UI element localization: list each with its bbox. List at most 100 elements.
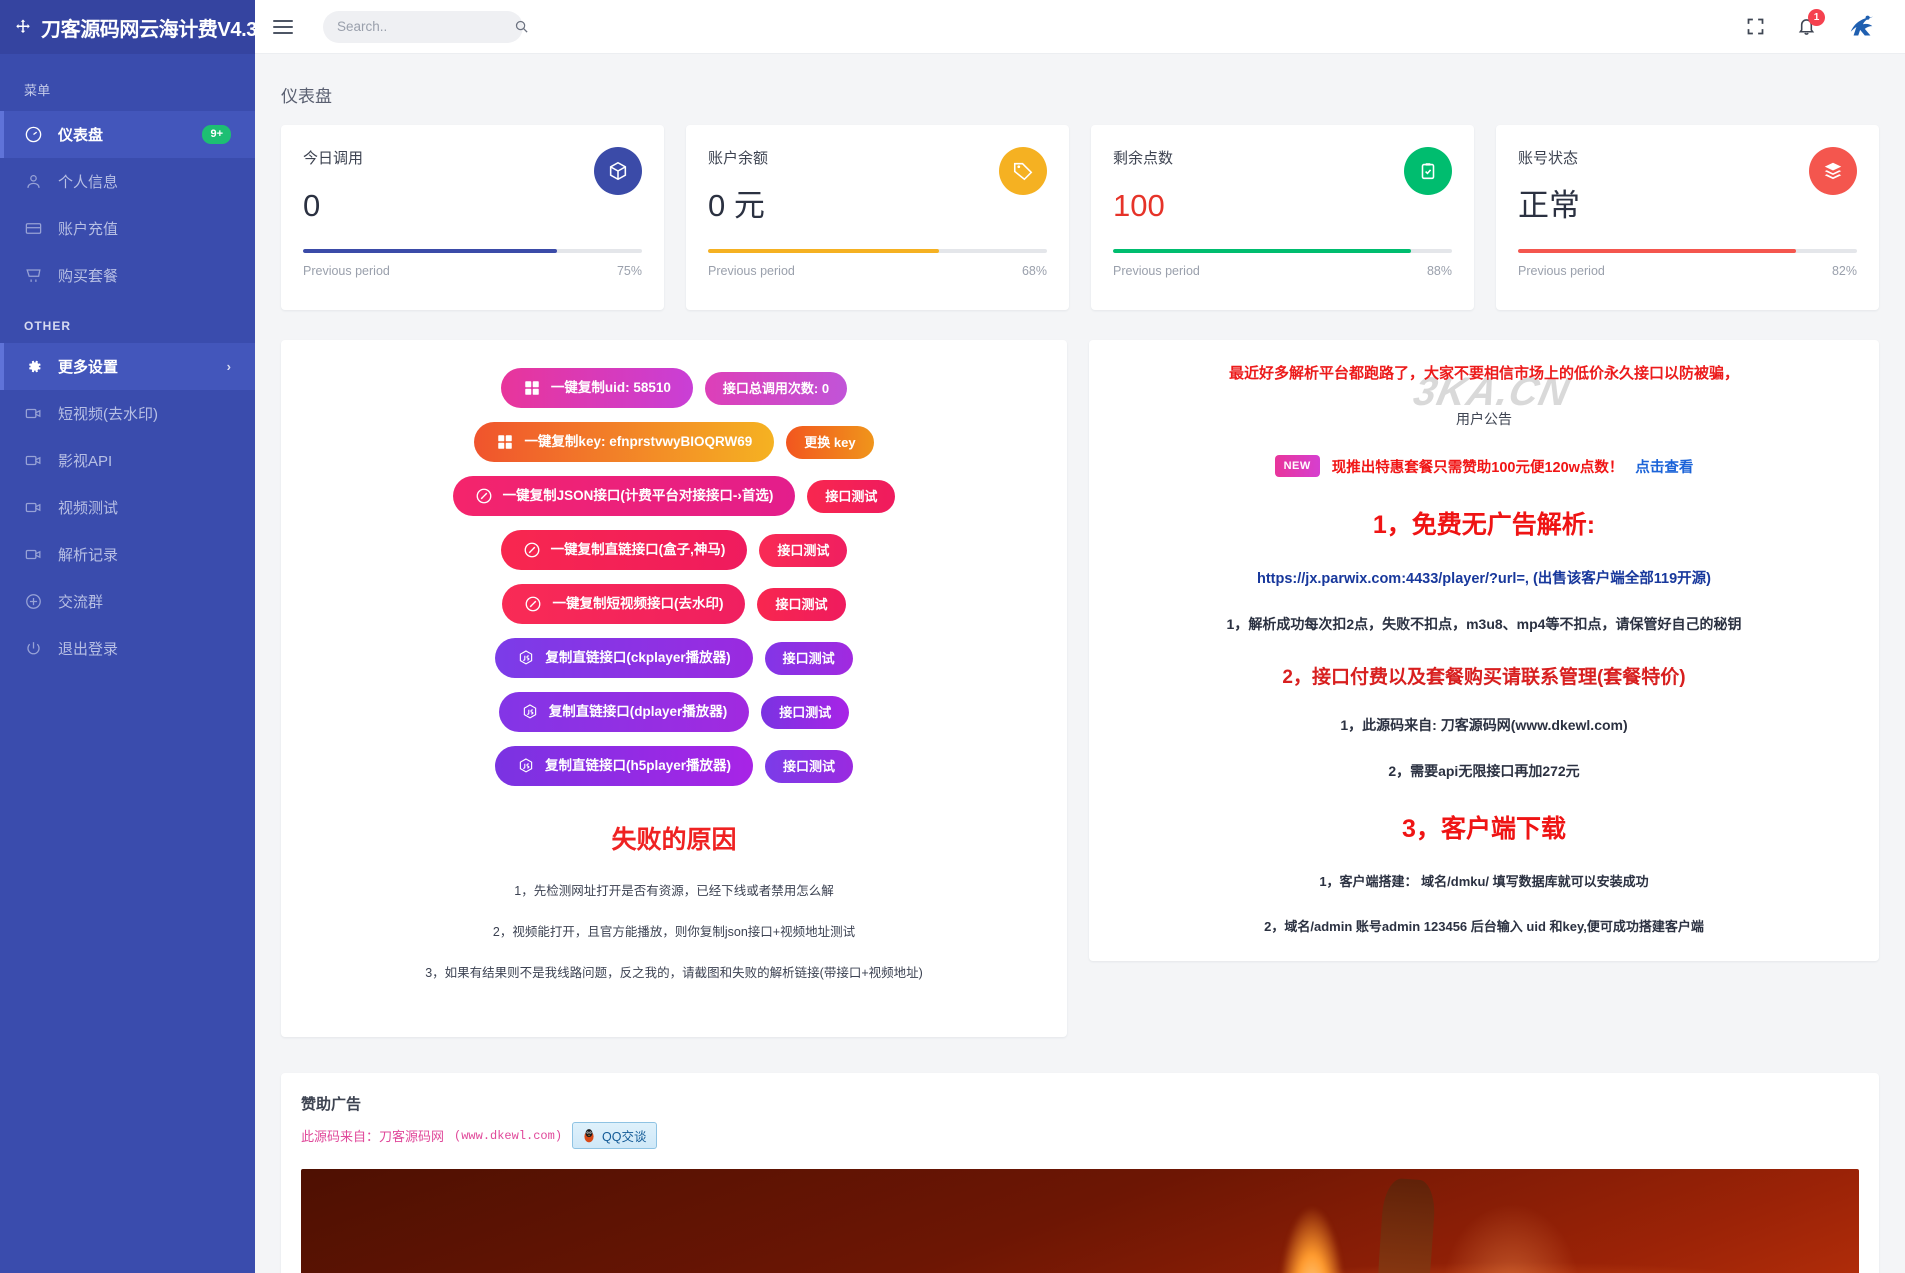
sidebar-item-movie-api[interactable]: 影视API — [0, 437, 255, 484]
link-icon — [523, 541, 541, 559]
notice-heading: 用户公告 — [1456, 411, 1512, 427]
search-box[interactable] — [323, 10, 528, 43]
grid-icon — [523, 379, 541, 397]
js-icon — [517, 757, 535, 775]
sidebar-item-parse-records[interactable]: 解析记录 — [0, 531, 255, 578]
button-row: 一键复制短视频接口(去水印) 接口测试 — [301, 584, 1047, 624]
copy-h5player-link-button[interactable]: 复制直链接口(h5player播放器) — [494, 746, 753, 786]
sidebar-item-buy-package[interactable]: 购买套餐 — [0, 252, 255, 299]
sponsored-ads-panel: 赞助广告 此源码来自：刀客源码网 (www.dkewl.com) QQ交谈 V … — [281, 1073, 1879, 1273]
api-test-button[interactable]: 接口测试 — [757, 587, 846, 621]
bell-icon[interactable]: 1 — [1796, 9, 1825, 37]
sidebar-item-video-test[interactable]: 视频测试 — [0, 484, 255, 531]
promo-view-link[interactable]: 点击查看 — [1635, 456, 1693, 477]
js-icon — [521, 703, 539, 721]
card-label: 账号状态 — [1518, 150, 1579, 167]
copy-uid-button[interactable]: 一键复制uid: 58510 — [500, 368, 693, 408]
expand-icon[interactable] — [1745, 16, 1766, 37]
qq-chat-label: QQ交谈 — [602, 1130, 647, 1144]
api-test-button[interactable]: 接口测试 — [764, 641, 853, 675]
stat-card-account-status: 账号状态 正常 Previous period 82% — [1496, 125, 1879, 310]
sidebar-item-short-video[interactable]: 短视频(去水印) — [0, 390, 255, 437]
stat-card-remaining-points: 剩余点数 100 Previous period 88% — [1091, 125, 1474, 310]
menu-toggle-button[interactable] — [273, 14, 299, 40]
top-actions: 1 — [1745, 9, 1877, 42]
gear-icon — [24, 357, 43, 376]
card-value: 0 — [303, 188, 321, 223]
copy-key-button[interactable]: 一键复制key: efnprstvwyBIOQRW69 — [474, 422, 775, 462]
sidebar-item-label: 交流群 — [58, 594, 104, 611]
grid-icon — [496, 433, 514, 451]
link-icon — [475, 487, 493, 505]
card-footer: Previous period 75% — [303, 264, 642, 278]
section-2-title: 2，接口付费以及套餐购买请联系管理(套餐特价) — [1282, 667, 1686, 688]
main-area: 1 仪表盘 今日调用 0 Previous period — [255, 0, 1905, 1273]
total-calls-button[interactable]: 接口总调用次数: 0 — [704, 371, 848, 405]
page-scroller[interactable]: 仪表盘 今日调用 0 Previous period 75% 账户余额 0 元 — [255, 54, 1905, 1273]
copy-dplayer-link-button[interactable]: 复制直链接口(dplayer播放器) — [498, 692, 750, 732]
sidebar-item-logout[interactable]: 退出登录 — [0, 625, 255, 672]
button-row: 复制直链接口(dplayer播放器) 接口测试 — [301, 692, 1047, 732]
sidebar-item-dashboard[interactable]: 仪表盘 9+ — [0, 111, 255, 158]
video-icon — [24, 404, 43, 423]
card-foot-label: Previous period — [303, 264, 390, 278]
ad-banner[interactable]: V 腾讯视频 VIP — [301, 1169, 1859, 1273]
box-icon — [594, 147, 642, 195]
qq-chat-button[interactable]: QQ交谈 — [572, 1122, 657, 1149]
video-icon — [24, 545, 43, 564]
card-foot-label: Previous period — [708, 264, 795, 278]
button-label: 接口总调用次数: 0 — [722, 380, 830, 396]
copy-ckplayer-link-button[interactable]: 复制直链接口(ckplayer播放器) — [495, 638, 753, 678]
sidebar-item-label: 退出登录 — [58, 641, 119, 658]
js-icon — [517, 649, 535, 667]
card-footer: Previous period 82% — [1518, 264, 1857, 278]
api-url-line[interactable]: https://jx.parwix.com:4433/player/?url=,… — [1111, 567, 1857, 588]
new-badge: NEW — [1274, 455, 1320, 477]
button-label: 接口测试 — [783, 758, 836, 774]
promo-row: NEW 现推出特惠套餐只需赞助100元便120w点数！ 点击查看 — [1111, 455, 1857, 477]
dashboard-badge: 9+ — [202, 125, 231, 144]
button-row: 复制直链接口(ckplayer播放器) 接口测试 — [301, 638, 1047, 678]
ads-title: 赞助广告 — [301, 1096, 362, 1113]
video-icon — [24, 451, 43, 470]
button-label: 接口测试 — [777, 542, 830, 558]
copy-short-video-api-button[interactable]: 一键复制短视频接口(去水印) — [502, 584, 746, 624]
cart-icon — [24, 266, 43, 285]
search-input[interactable] — [337, 19, 514, 34]
section-3-title: 3，客户端下载 — [1402, 815, 1566, 843]
notice-line-5: 2，域名/admin 账号admin 123456 后台输入 uid 和key,… — [1264, 919, 1704, 934]
progress-bar — [303, 249, 642, 253]
promo-text: 现推出特惠套餐只需赞助100元便120w点数！ — [1331, 459, 1624, 476]
ad-hair-detail — [1369, 1177, 1437, 1273]
api-test-button[interactable]: 接口测试 — [765, 749, 854, 783]
sidebar-item-community[interactable]: 交流群 — [0, 578, 255, 625]
brand-header[interactable]: 刀客源码网云海计费V4.3 — [0, 0, 255, 54]
api-test-button[interactable]: 接口测试 — [761, 695, 850, 729]
copy-direct-link-button[interactable]: 一键复制直链接口(盒子,神马) — [500, 530, 748, 570]
ads-source-label: 此源码来自：刀客源码网 — [301, 1129, 445, 1144]
search-icon[interactable] — [514, 19, 529, 34]
api-test-button[interactable]: 接口测试 — [807, 479, 896, 513]
ads-source-url[interactable]: (www.dkewl.com) — [454, 1129, 562, 1143]
ad-flame-glow — [1266, 1169, 1357, 1273]
user-avatar-logo[interactable] — [1847, 12, 1877, 42]
button-label: 一键复制uid: 58510 — [550, 380, 671, 396]
plus-circle-icon — [24, 592, 43, 611]
gauge-icon — [24, 125, 43, 144]
card-foot-label: Previous period — [1518, 264, 1605, 278]
sidebar-item-more-settings[interactable]: 更多设置 › — [0, 343, 255, 390]
api-test-button[interactable]: 接口测试 — [759, 533, 848, 567]
card-label: 今日调用 — [303, 150, 364, 167]
progress-bar — [1518, 249, 1857, 253]
credit-card-icon — [24, 219, 43, 238]
sidebar-item-label: 短视频(去水印) — [58, 406, 158, 423]
progress-bar — [708, 249, 1047, 253]
ads-source-row: 此源码来自：刀客源码网 (www.dkewl.com) QQ交谈 — [301, 1122, 1859, 1149]
change-key-button[interactable]: 更换 key — [786, 425, 874, 459]
copy-json-api-button[interactable]: 一键复制JSON接口(计费平台对接接口-›首选) — [452, 476, 796, 516]
sidebar-item-recharge[interactable]: 账户充值 — [0, 205, 255, 252]
sidebar-item-profile[interactable]: 个人信息 — [0, 158, 255, 205]
stat-card-today-calls: 今日调用 0 Previous period 75% — [281, 125, 664, 310]
other-caption: OTHER — [24, 319, 71, 333]
api-tools-panel: 一键复制uid: 58510 接口总调用次数: 0 一键复制key: efnpr… — [281, 340, 1067, 1037]
